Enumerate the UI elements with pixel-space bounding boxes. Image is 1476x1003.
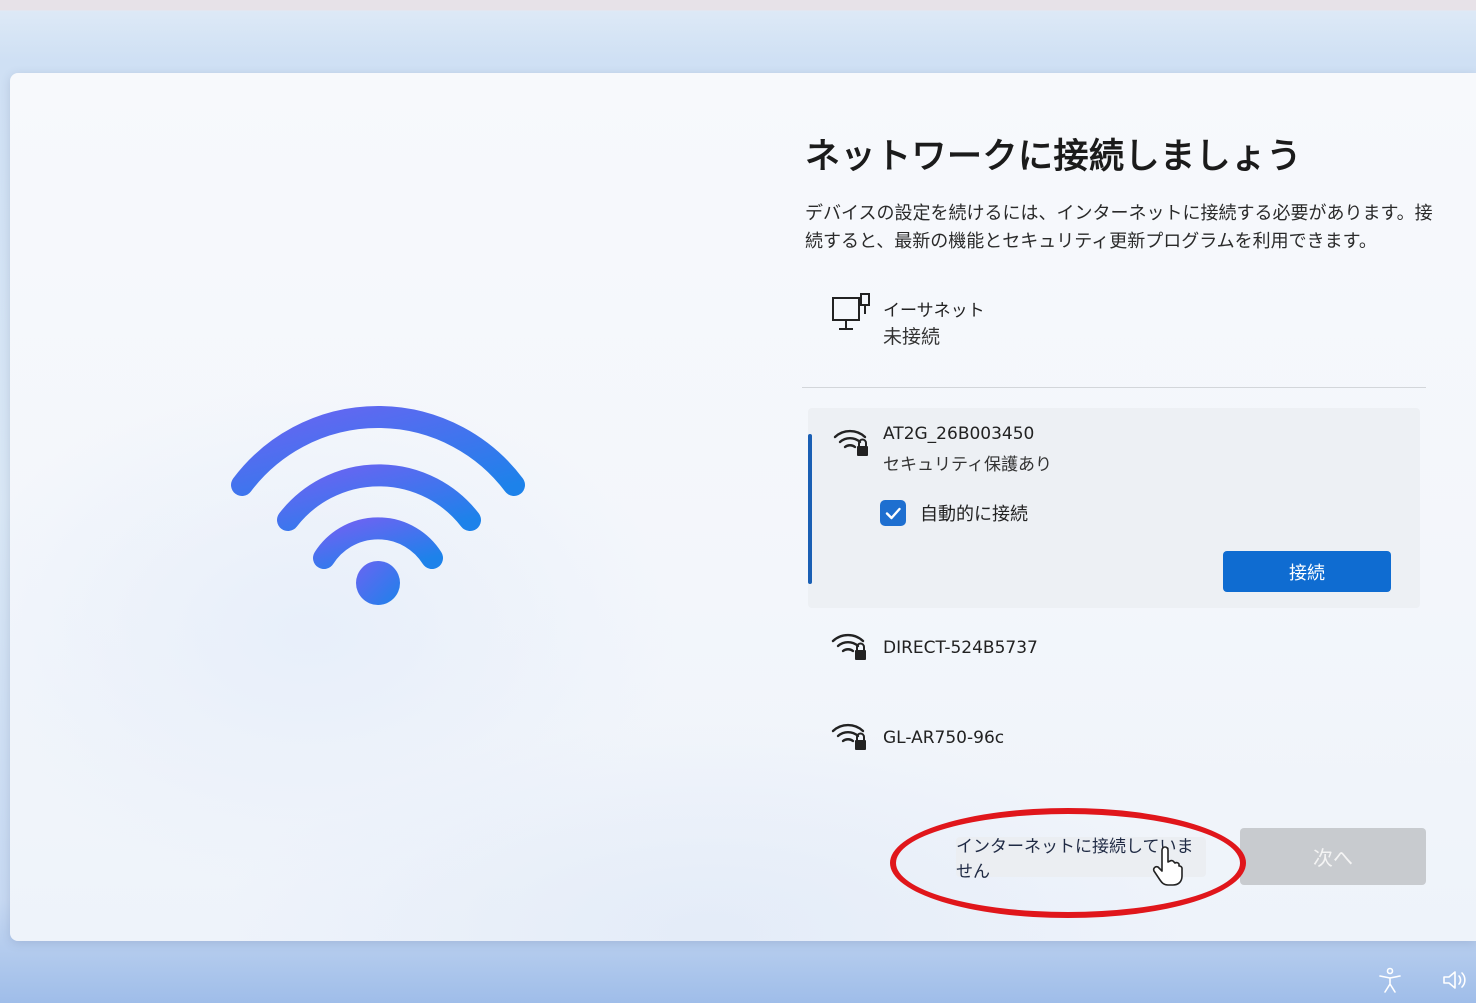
accessibility-icon[interactable] bbox=[1376, 966, 1404, 994]
wifi-lock-icon bbox=[831, 633, 866, 660]
page-title: ネットワークに接続しましょう bbox=[805, 137, 1303, 177]
wifi-illustration-icon bbox=[231, 406, 525, 605]
volume-icon[interactable] bbox=[1440, 966, 1468, 994]
divider bbox=[802, 387, 1426, 388]
next-button[interactable]: 次へ bbox=[1240, 828, 1426, 885]
network-name: GL-AR750-96c bbox=[883, 728, 1005, 748]
ethernet-entry: イーサネット 未接続 bbox=[830, 292, 1130, 352]
ethernet-name: イーサネット bbox=[883, 301, 985, 321]
ethernet-monitor-icon bbox=[832, 293, 870, 330]
network-name: DIRECT-524B5737 bbox=[883, 638, 1038, 658]
connect-button[interactable]: 接続 bbox=[1223, 551, 1391, 592]
network-item[interactable]: GL-AR750-96c bbox=[830, 718, 1230, 758]
selection-indicator bbox=[808, 434, 812, 584]
page-description: デバイスの設定を続けるには、インターネットに接続する必要があります。接続すると、… bbox=[805, 203, 1433, 252]
auto-connect-checkbox[interactable] bbox=[880, 500, 906, 526]
auto-connect-label[interactable]: 自動的に接続 bbox=[920, 500, 1028, 526]
network-item[interactable]: DIRECT-524B5737 bbox=[830, 628, 1230, 668]
wifi-lock-icon bbox=[831, 723, 866, 750]
network-name: AT2G_26B003450 bbox=[883, 424, 1035, 444]
no-internet-label: インターネットに接続していません bbox=[956, 837, 1194, 882]
no-internet-link[interactable]: インターネットに接続していません bbox=[956, 837, 1206, 882]
wifi-lock-icon bbox=[833, 429, 868, 456]
checkmark-icon bbox=[885, 507, 901, 520]
network-item-selected[interactable]: AT2G_26B003450 セキュリティ保護あり 自動的に接続 接続 bbox=[808, 408, 1420, 608]
ethernet-status: 未接続 bbox=[883, 326, 941, 348]
network-security: セキュリティ保護あり bbox=[883, 455, 1052, 475]
top-strip bbox=[0, 0, 1476, 10]
